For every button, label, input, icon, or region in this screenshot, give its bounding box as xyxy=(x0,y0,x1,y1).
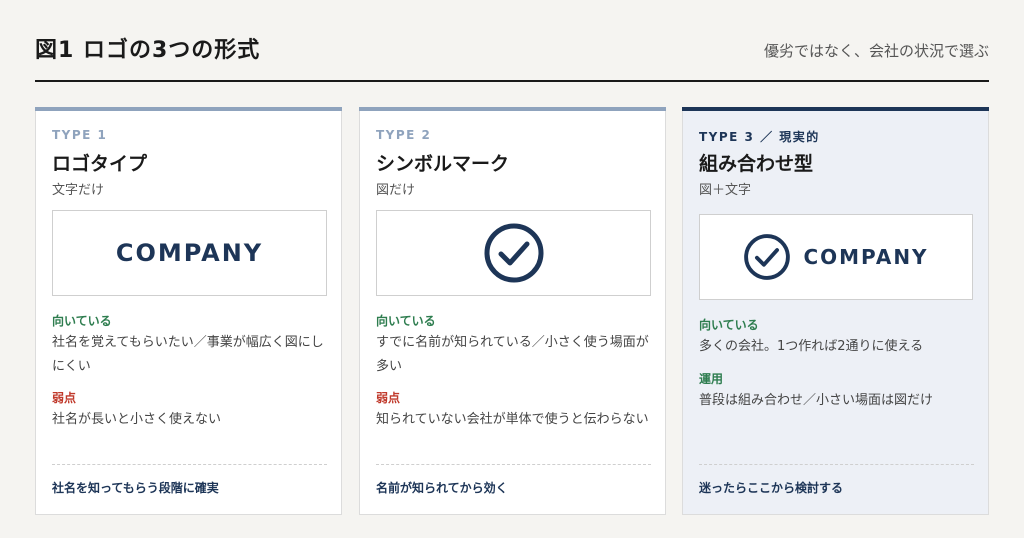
card-title: シンボルマーク xyxy=(376,153,510,175)
card-symbol-mark: TYPE 2 シンボルマーク 図だけ 向いている すでに名前が知られている／小さ… xyxy=(359,107,666,515)
logo-wordmark: COMPANY xyxy=(115,239,264,267)
good-text: すでに名前が知られている／小さく使う場面が多い xyxy=(376,335,649,374)
card-subtitle: 図だけ xyxy=(376,183,416,198)
logo-sample-box: COMPANY xyxy=(52,210,327,296)
card-top-bar xyxy=(35,107,342,111)
card-top-bar xyxy=(682,107,989,111)
good-label: 向いている xyxy=(376,314,436,328)
use-label: 運用 xyxy=(699,372,724,386)
logo-sample-box xyxy=(376,210,651,296)
check-circle-icon xyxy=(744,234,791,280)
good-text: 多くの会社。1つ作れば2通りに使える xyxy=(699,339,924,354)
card-title: ロゴタイプ xyxy=(52,153,148,175)
dashed-divider xyxy=(699,464,974,465)
card-footer: 社名を知ってもらう段階に確実 xyxy=(52,481,219,495)
card-footer: 名前が知られてから効く xyxy=(376,481,508,495)
figure-header: 図1 ロゴの3つの形式 優劣ではなく、会社の状況で選ぶ xyxy=(35,28,989,82)
card-title: 組み合わせ型 xyxy=(699,153,814,175)
weak-text: 知られていない会社が単体で使うと伝わらない xyxy=(376,412,649,427)
check-circle-icon xyxy=(484,223,543,283)
card-subtitle: 文字だけ xyxy=(52,183,105,198)
card-footer: 迷ったらここから検討する xyxy=(699,481,844,495)
type-label: TYPE 1 xyxy=(52,128,108,142)
figure-title: 図1 ロゴの3つの形式 xyxy=(35,38,261,63)
weak-label: 弱点 xyxy=(376,391,401,405)
use-text: 普段は組み合わせ／小さい場面は図だけ xyxy=(699,393,934,408)
logo-sample-box: COMPANY xyxy=(699,214,973,300)
card-logotype: TYPE 1 ロゴタイプ 文字だけ COMPANY 向いている 社名を覚えてもら… xyxy=(35,107,342,515)
type-label: TYPE 2 xyxy=(376,128,432,142)
figure-subtitle: 優劣ではなく、会社の状況で選ぶ xyxy=(763,42,989,60)
type-label: TYPE 3 ／ 現実的 xyxy=(699,130,820,144)
good-text: 社名を覚えてもらいたい／事業が幅広く図にしにくい xyxy=(52,335,324,374)
good-label: 向いている xyxy=(699,318,759,332)
weak-text: 社名が長いと小さく使えない xyxy=(52,412,222,427)
dashed-divider xyxy=(376,464,651,465)
dashed-divider xyxy=(52,464,327,465)
logo-wordmark: COMPANY xyxy=(803,245,929,269)
card-subtitle: 図＋文字 xyxy=(699,183,752,198)
card-top-bar xyxy=(359,107,666,111)
good-label: 向いている xyxy=(52,314,112,328)
weak-label: 弱点 xyxy=(52,391,77,405)
card-combination: TYPE 3 ／ 現実的 組み合わせ型 図＋文字 COMPANY 向いている 多… xyxy=(682,107,989,515)
